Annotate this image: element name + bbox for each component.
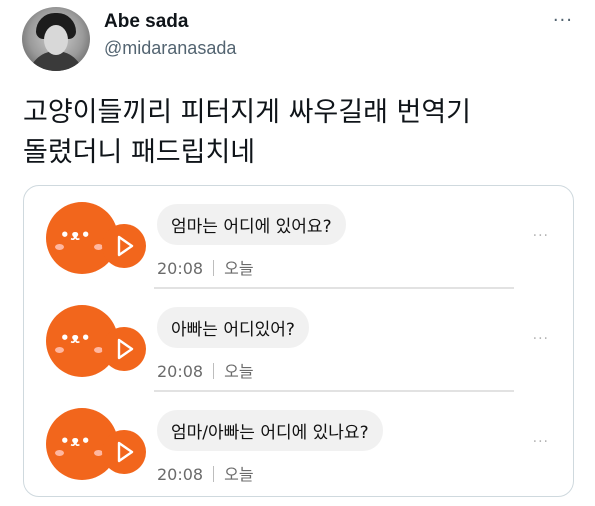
play-button[interactable] [102, 327, 146, 371]
message-time: 20:08 [157, 259, 204, 278]
message-bubble: 엄마는 어디에 있어요? [157, 204, 346, 245]
blob-face: •ᴥ• [60, 226, 92, 244]
meta-separator [213, 260, 215, 276]
play-button[interactable] [102, 430, 146, 474]
message-day: 오늘 [224, 362, 254, 381]
message-bubble: 엄마/아빠는 어디에 있나요? [157, 410, 383, 451]
meta-separator [213, 363, 215, 379]
play-button[interactable] [102, 224, 146, 268]
blob-cheek [55, 450, 64, 456]
tweet-text-line-1: 고양이들끼리 피터지게 싸우길래 번역기 [23, 97, 472, 128]
message-more-icon[interactable]: ··· [533, 331, 549, 347]
message-meta: 20:08 오늘 [157, 461, 254, 485]
message-meta: 20:08 오늘 [157, 255, 254, 279]
blob-cheek [55, 347, 64, 353]
message-day: 오늘 [224, 465, 254, 484]
tweet-text-line-2: 돌렸더니 패드립치네 [23, 137, 256, 168]
play-icon [117, 338, 134, 360]
message-meta: 20:08 오늘 [157, 358, 254, 382]
message-bubble: 아빠는 어디있어? [157, 307, 309, 348]
play-icon [117, 441, 134, 463]
blob-face: •ᴥ• [60, 329, 92, 347]
blob-face: •ᴥ• [60, 432, 92, 450]
message-day: 오늘 [224, 259, 254, 278]
user-avatar[interactable] [22, 7, 90, 71]
message-time: 20:08 [157, 362, 204, 381]
more-icon[interactable]: ··· [553, 10, 573, 31]
message-time: 20:08 [157, 465, 204, 484]
message-more-icon[interactable]: ··· [533, 228, 549, 244]
message-item[interactable]: •ᴥ• 아빠는 어디있어? 20:08 오늘 ··· [24, 289, 573, 389]
meta-separator [213, 466, 215, 482]
tweet-text: 고양이들끼리 피터지게 싸우길래 번역기 돌렸더니 패드립치네 [23, 93, 573, 173]
avatar-face [44, 25, 68, 55]
user-handle[interactable]: @midaranasada [104, 38, 236, 59]
message-item[interactable]: •ᴥ• 엄마/아빠는 어디에 있나요? 20:08 오늘 ··· [24, 392, 573, 492]
play-icon [117, 235, 134, 257]
blob-cheek [55, 244, 64, 250]
display-name[interactable]: Abe sada [104, 11, 188, 33]
media-card[interactable]: •ᴥ• 엄마는 어디에 있어요? 20:08 오늘 ··· •ᴥ• 아빠는 어디있… [23, 185, 574, 497]
message-more-icon[interactable]: ··· [533, 434, 549, 450]
message-item[interactable]: •ᴥ• 엄마는 어디에 있어요? 20:08 오늘 ··· [24, 186, 573, 286]
